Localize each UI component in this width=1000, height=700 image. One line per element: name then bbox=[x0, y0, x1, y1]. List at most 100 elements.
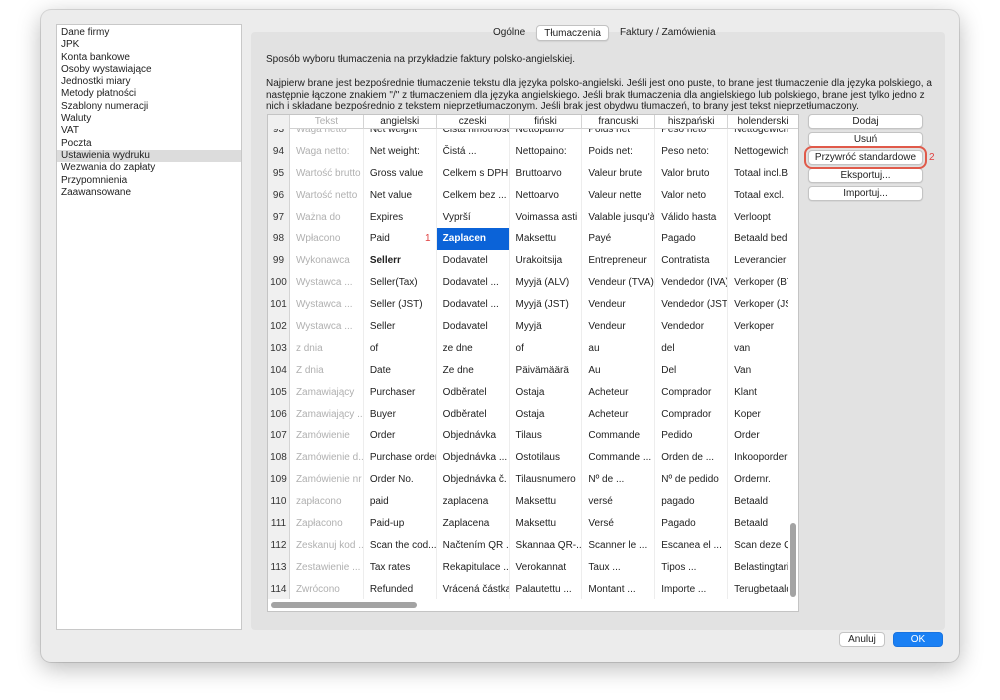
table-cell[interactable]: Pagado bbox=[655, 228, 729, 251]
table-cell[interactable]: Valeur nette bbox=[582, 184, 656, 207]
table-cell[interactable]: Waga netto: bbox=[290, 140, 364, 163]
table-cell[interactable]: Skannaa QR-... bbox=[510, 534, 583, 557]
table-row[interactable]: 94 Waga netto: Net weight: Čistá ... Nettopa… bbox=[268, 140, 798, 163]
sidebar-item[interactable]: Ustawienia wydruku bbox=[57, 149, 241, 163]
row-index-cell[interactable]: 109 bbox=[268, 469, 290, 492]
row-index-cell[interactable]: 106 bbox=[268, 403, 290, 426]
table-cell[interactable]: Wystawca ... bbox=[290, 294, 364, 317]
table-cell[interactable]: Vyprší bbox=[437, 206, 510, 229]
table-cell[interactable]: Wykonawca bbox=[290, 250, 364, 273]
table-cell[interactable]: Dodavatel bbox=[437, 316, 510, 338]
table-cell[interactable]: Ostaja bbox=[510, 403, 583, 426]
table-cell[interactable]: Net value bbox=[364, 184, 437, 207]
export-button[interactable]: Eksportuj... bbox=[808, 168, 923, 183]
table-cell[interactable]: Zaplacena bbox=[437, 513, 510, 535]
table-cell[interactable]: Scanner le ... bbox=[582, 534, 656, 557]
table-cell[interactable]: Zwrócono bbox=[290, 578, 364, 599]
table-cell[interactable]: Valor bruto bbox=[655, 162, 729, 185]
table-cell[interactable]: Payé bbox=[582, 228, 656, 251]
table-cell[interactable]: Vendedor (JST) bbox=[655, 294, 729, 317]
table-cell[interactable]: Net weight bbox=[364, 129, 437, 141]
table-cell[interactable]: Au bbox=[582, 359, 656, 382]
table-cell[interactable]: Načtením QR ... bbox=[437, 534, 510, 557]
table-row[interactable]: 111 Zapłacono Paid-up Zaplacena Maksettu Vers… bbox=[268, 513, 798, 535]
header-text[interactable]: Tekst bbox=[290, 115, 364, 129]
table-row[interactable]: 99 Wykonawca Sellerr Dodavatel Urakoitsija En… bbox=[268, 250, 798, 273]
table-row[interactable]: 95 Wartość brutto Gross value Celkem s DPH B… bbox=[268, 162, 798, 185]
table-cell[interactable]: Buyer bbox=[364, 403, 437, 426]
sidebar-item[interactable]: Poczta bbox=[57, 138, 241, 150]
table-cell[interactable]: Wpłacono bbox=[290, 228, 364, 251]
table-cell[interactable]: zaplacena bbox=[437, 491, 510, 514]
table-cell[interactable]: Order No. bbox=[364, 469, 437, 492]
table-row[interactable]: 102 Wystawca ... Seller Dodavatel Myyjä Vende… bbox=[268, 316, 798, 338]
table-cell[interactable]: Zaplacen bbox=[436, 228, 510, 251]
sidebar-item[interactable]: Metody płatności bbox=[57, 88, 241, 100]
table-cell[interactable]: Purchaser bbox=[364, 381, 437, 404]
row-index-cell[interactable]: 111 bbox=[268, 513, 290, 535]
table-cell[interactable]: Poids net: bbox=[582, 140, 656, 163]
table-cell[interactable]: Refunded bbox=[364, 578, 437, 599]
table-cell[interactable]: Comprador bbox=[655, 403, 729, 426]
row-index-cell[interactable]: 102 bbox=[268, 316, 290, 338]
table-cell[interactable]: Myyjä bbox=[510, 316, 583, 338]
row-index-cell[interactable]: 96 bbox=[268, 184, 290, 207]
table-cell[interactable]: Rekapitulace ... bbox=[437, 556, 510, 579]
cancel-button[interactable]: Anuluj bbox=[839, 632, 885, 647]
table-cell[interactable]: Peso neto: bbox=[655, 140, 729, 163]
table-cell[interactable]: Orden de ... bbox=[655, 447, 729, 470]
table-row[interactable]: 93 Waga netto Net weight Čistá hmotnost Nett… bbox=[268, 129, 798, 141]
table-cell[interactable]: Ważna do bbox=[290, 206, 364, 229]
table-cell[interactable]: Wystawca ... bbox=[290, 316, 364, 338]
table-cell[interactable]: Entrepreneur bbox=[582, 250, 656, 273]
table-cell[interactable]: Tilausnumero bbox=[510, 469, 583, 492]
table-cell[interactable]: Objednávka ... bbox=[437, 447, 510, 470]
sidebar-item[interactable]: Zaawansowane bbox=[57, 187, 241, 199]
row-index-cell[interactable]: 103 bbox=[268, 337, 290, 360]
row-index-cell[interactable]: 94 bbox=[268, 140, 290, 163]
table-cell[interactable]: Gross value bbox=[364, 162, 437, 185]
header-dutch[interactable]: holenderski bbox=[728, 115, 798, 129]
table-cell[interactable]: Seller bbox=[364, 316, 437, 338]
table-cell[interactable]: Paid-up bbox=[364, 513, 437, 535]
sidebar-item[interactable]: Przypomnienia bbox=[57, 175, 241, 187]
table-row[interactable]: 105 Zamawiający Purchaser Odběratel Ostaja Ac… bbox=[268, 381, 798, 404]
table-row[interactable]: 113 Zestawienie ... Tax rates Rekapitulace … bbox=[268, 556, 798, 579]
table-row[interactable]: 114 Zwrócono Refunded Vrácená částka Palaute… bbox=[268, 578, 798, 599]
header-spanish[interactable]: hiszpański bbox=[655, 115, 729, 129]
table-cell[interactable]: ze dne bbox=[437, 337, 510, 360]
header-index[interactable] bbox=[268, 115, 290, 129]
table-row[interactable]: 106 Zamawiający ... Buyer Odběratel Ostaja Ac… bbox=[268, 403, 798, 426]
table-cell[interactable]: Vendeur bbox=[582, 294, 656, 317]
table-cell[interactable]: Odběratel bbox=[437, 403, 510, 426]
header-english[interactable]: angielski bbox=[364, 115, 437, 129]
table-cell[interactable]: Date bbox=[364, 359, 437, 382]
row-index-cell[interactable]: 112 bbox=[268, 534, 290, 557]
restore-defaults-button[interactable]: Przywróć standardowe bbox=[804, 146, 927, 169]
table-cell[interactable]: Verokannat bbox=[510, 556, 583, 579]
table-cell[interactable]: Päivämäärä bbox=[510, 359, 583, 382]
table-row[interactable]: 96 Wartość netto Net value Celkem bez ... Ne… bbox=[268, 184, 798, 207]
table-cell[interactable]: Odběratel bbox=[437, 381, 510, 404]
table-cell[interactable]: Dodavatel ... bbox=[437, 272, 510, 295]
table-cell[interactable]: Taux ... bbox=[582, 556, 656, 579]
table-cell[interactable]: Seller (JST) bbox=[364, 294, 437, 317]
row-index-cell[interactable]: 93 bbox=[268, 129, 290, 141]
table-cell[interactable]: of bbox=[510, 337, 583, 360]
sidebar-item[interactable]: Wezwania do zapłaty bbox=[57, 162, 241, 174]
table-cell[interactable]: Valeur brute bbox=[582, 162, 656, 185]
table-row[interactable]: 110 zapłacono paid zaplacena Maksettu versé pa… bbox=[268, 491, 798, 514]
table-cell[interactable]: Zamówienie d... bbox=[290, 447, 364, 470]
table-cell[interactable]: Purchase order bbox=[364, 447, 437, 470]
table-cell[interactable]: Čistá hmotnost bbox=[437, 129, 510, 141]
row-index-cell[interactable]: 114 bbox=[268, 578, 290, 599]
sidebar-item[interactable]: Szablony numeracji bbox=[57, 101, 241, 113]
table-cell[interactable]: paid bbox=[364, 491, 437, 514]
table-cell[interactable]: Vendeur (TVA) bbox=[582, 272, 656, 295]
table-cell[interactable]: Versé bbox=[582, 513, 656, 535]
table-cell[interactable]: Acheteur bbox=[582, 403, 656, 426]
table-cell[interactable]: Dodavatel ... bbox=[437, 294, 510, 317]
table-row[interactable]: 100 Wystawca ... Seller(Tax) Dodavatel ... M… bbox=[268, 272, 798, 295]
table-cell[interactable]: Tilaus bbox=[510, 425, 583, 448]
table-row[interactable]: 97 Ważna do Expires Vyprší Voimassa asti Vala… bbox=[268, 206, 798, 229]
